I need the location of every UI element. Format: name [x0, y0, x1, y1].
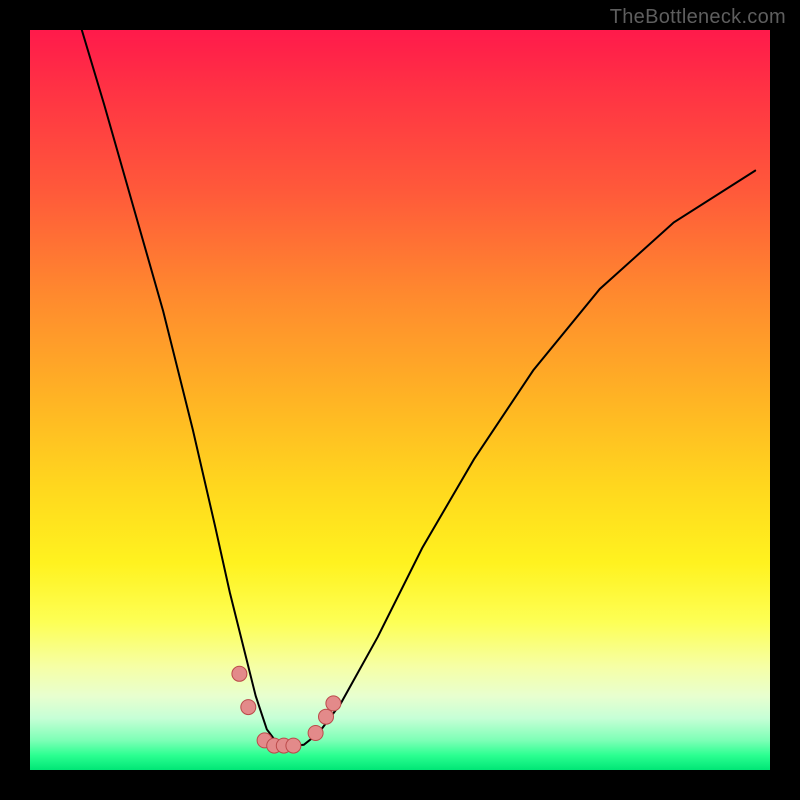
- marker-group: [232, 666, 341, 753]
- data-marker: [326, 696, 341, 711]
- watermark-text: TheBottleneck.com: [610, 6, 786, 29]
- bottleneck-curve: [82, 30, 755, 746]
- data-marker: [319, 709, 334, 724]
- curve-layer: [30, 30, 770, 770]
- chart-stage: TheBottleneck.com: [0, 0, 800, 800]
- data-marker: [232, 666, 247, 681]
- plot-area: [30, 30, 770, 770]
- data-marker: [308, 726, 323, 741]
- data-marker: [286, 738, 301, 753]
- data-marker: [241, 700, 256, 715]
